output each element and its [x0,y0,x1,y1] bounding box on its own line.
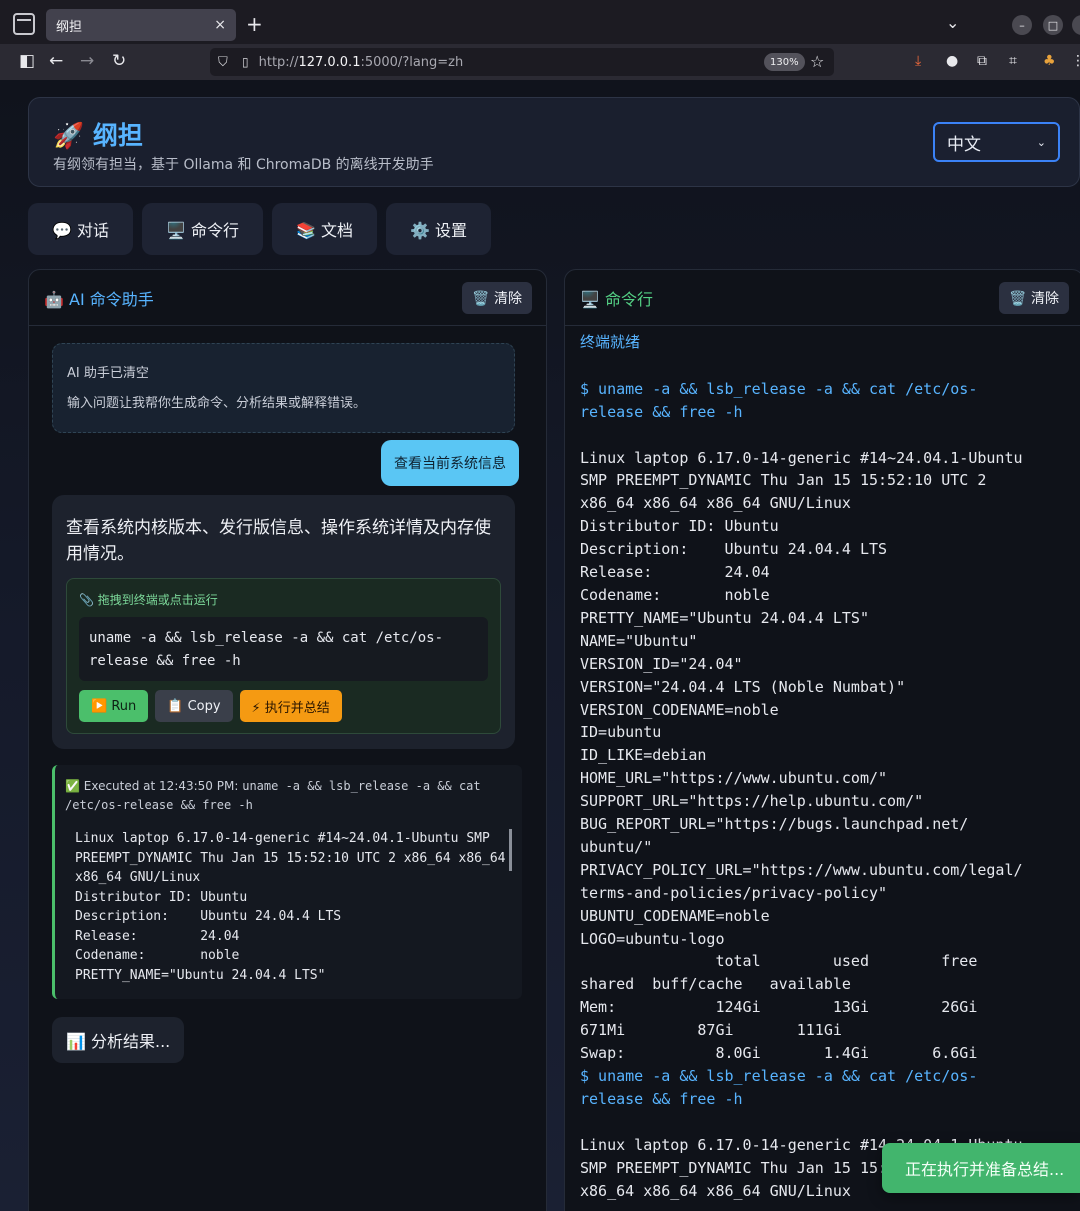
user-message: 查看当前系统信息 [381,440,519,486]
language-select[interactable]: 中文 ⌄ [933,122,1060,162]
execution-output[interactable]: Linux laptop 6.17.0-14-generic #14~24.04… [65,829,512,983]
shield-icon[interactable]: ⛉ [218,55,232,70]
ai-panel-header: 🤖 AI 命令助手 🗑️ 清除 [29,270,546,326]
analysis-button[interactable]: 📊 分析结果... [52,1017,185,1063]
tab-settings[interactable]: ⚙️ 设置 [386,203,492,255]
execution-result: ✅ Executed at 12:43:50 PM: uname -a && l… [52,765,522,999]
main-nav-tabs: 💬 对话 🖥️ 命令行 📚 文档 ⚙️ 设置 [28,203,492,255]
profile-icon[interactable]: ● [946,53,958,69]
back-icon[interactable]: ← [49,51,63,71]
tab-title: 纲担 [56,19,83,35]
app-subtitle: 有纲领有担当，基于 Ollama 和 ChromaDB 的离线开发助手 [53,157,434,173]
terminal-command: $ uname -a && lsb_release -a && cat /etc… [580,1067,978,1108]
terminal-ready-status: 终端就绪 [580,334,641,351]
zoom-badge[interactable]: 130% [764,53,805,71]
maximize-icon[interactable]: □ [1043,15,1063,35]
page-icon: ▯ [242,55,249,69]
menu-icon[interactable]: ⋮ [1071,53,1080,69]
url-bar[interactable]: ⛉ ▯ http://127.0.0.1:5000/?lang=zh 130% … [210,48,834,76]
ai-clear-button[interactable]: 🗑️ 清除 [462,281,532,314]
tab-chat[interactable]: 💬 对话 [28,203,134,255]
chevron-down-icon: ⌄ [1036,135,1046,149]
minimize-icon[interactable]: – [1012,15,1032,35]
new-tab-icon[interactable]: + [246,12,263,36]
ai-reply-text: 查看系统内核版本、发行版信息、操作系统详情及内存使用情况。 [66,518,491,564]
screenshot-icon[interactable]: ⌗ [1009,53,1017,69]
extensions-icon[interactable]: ⧉ [977,53,987,69]
ai-panel-title: 🤖 AI 命令助手 [44,289,154,309]
terminal-output[interactable]: 终端就绪 $ uname -a && lsb_release -a && cat… [580,332,1070,1202]
close-window-icon[interactable] [1072,15,1080,35]
language-select-value: 中文 [947,134,981,155]
browser-nav-bar: ◧ ← → ↻ ⛉ ▯ http://127.0.0.1:5000/?lang=… [0,44,1080,80]
reload-icon[interactable]: ↻ [112,51,126,71]
browser-tab[interactable]: 纲担 × [46,9,236,41]
toast-notification: 正在执行并准备总结... [882,1143,1080,1193]
ai-reply-card: 查看系统内核版本、发行版信息、操作系统详情及内存使用情况。 📎 拖拽到终端或点击… [52,495,515,749]
app-header: 🚀 纲担 有纲领有担当，基于 Ollama 和 ChromaDB 的离线开发助手… [28,97,1080,187]
command-actions: ▶️ Run 📋 Copy ⚡ 执行并总结 [79,690,488,722]
system-message: AI 助手已清空 输入问题让我帮你生成命令、分析结果或解释错误。 [52,343,515,433]
forward-icon[interactable]: → [80,51,94,71]
terminal-panel: 🖥️ 命令行 🗑️ 清除 终端就绪 $ uname -a && lsb_rele… [564,269,1080,1211]
execution-header: ✅ Executed at 12:43:50 PM: uname -a && l… [65,779,481,812]
command-suggestion[interactable]: 📎 拖拽到终端或点击运行 uname -a && lsb_release -a … [66,578,501,734]
close-tab-icon[interactable]: × [214,17,226,33]
execute-summarize-button[interactable]: ⚡ 执行并总结 [239,690,342,722]
browser-tab-bar: 纲担 × + ⌄ – □ [0,0,1080,48]
tab-docs[interactable]: 📚 文档 [272,203,378,255]
terminal-clear-button[interactable]: 🗑️ 清除 [999,281,1069,314]
url-text[interactable]: http://127.0.0.1:5000/?lang=zh [259,55,464,70]
run-button[interactable]: ▶️ Run [79,690,149,722]
command-code[interactable]: uname -a && lsb_release -a && cat /etc/o… [79,617,488,681]
terminal-panel-header: 🖥️ 命令行 🗑️ 清除 [565,270,1080,326]
tab-list-icon[interactable] [13,13,35,35]
copy-button[interactable]: 📋 Copy [155,690,233,722]
terminal-command-output: Linux laptop 6.17.0-14-generic #14~24.04… [580,448,1023,1063]
app-title: 🚀 纲担 [53,121,143,150]
chevron-down-icon[interactable]: ⌄ [946,13,959,32]
app-root: 🚀 纲担 有纲领有担当，基于 Ollama 和 ChromaDB 的离线开发助手… [0,80,1080,1211]
tab-terminal[interactable]: 🖥️ 命令行 [142,203,264,255]
bookmark-star-icon[interactable]: ☆ [810,52,824,71]
terminal-panel-title: 🖥️ 命令行 [580,289,654,309]
addon-icon[interactable]: ♣ [1043,53,1056,69]
ai-assistant-panel: 🤖 AI 命令助手 🗑️ 清除 AI 助手已清空 输入问题让我帮你生成命令、分析… [28,269,547,1211]
system-message-title: AI 助手已清空 [67,366,149,381]
system-message-text: 输入问题让我帮你生成命令、分析结果或解释错误。 [67,396,367,411]
terminal-command: $ uname -a && lsb_release -a && cat /etc… [580,379,978,421]
download-icon[interactable]: ⤓ [915,53,921,69]
command-drag-hint: 📎 拖拽到终端或点击运行 [79,593,218,607]
sidebar-icon[interactable]: ◧ [19,51,35,71]
